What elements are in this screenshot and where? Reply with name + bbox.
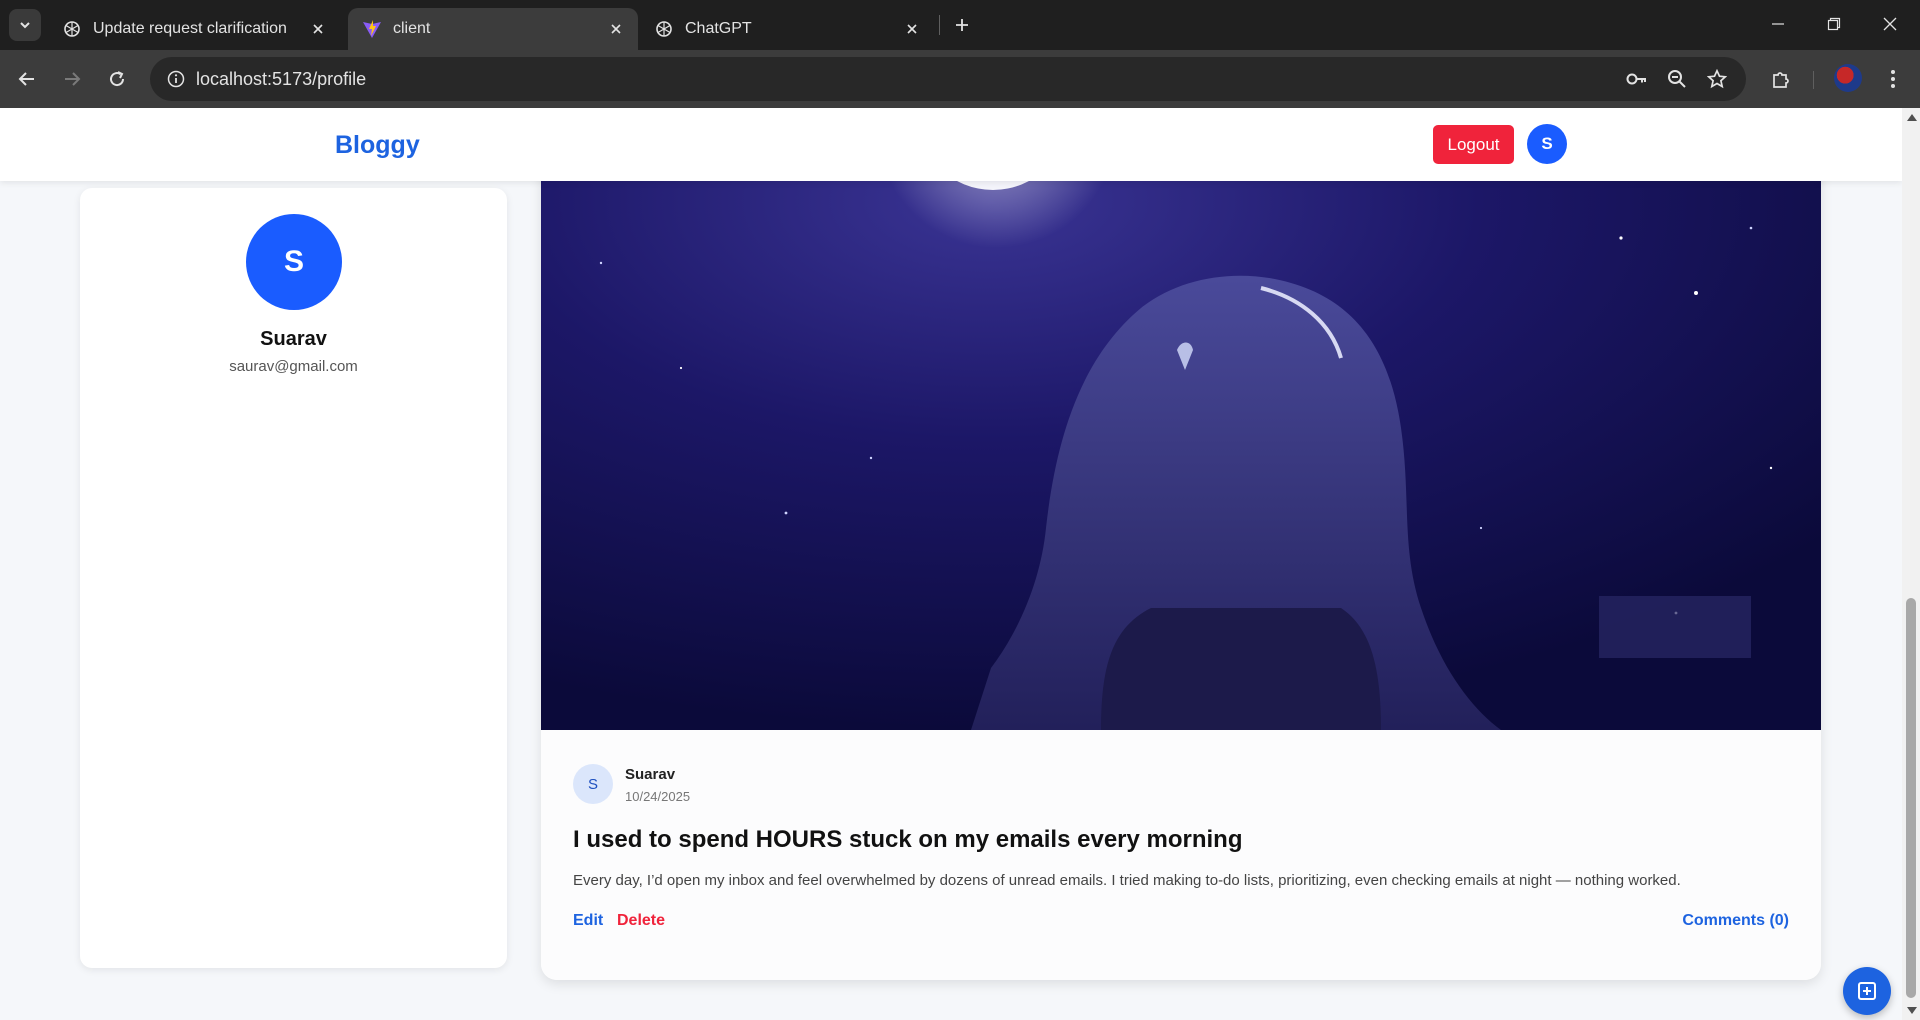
tab-divider [939,15,940,35]
restore-icon [1827,17,1841,31]
scroll-up-arrow-icon[interactable] [1907,114,1917,121]
edit-post-button[interactable]: Edit [573,912,603,930]
minimize-button[interactable] [1750,0,1806,48]
post-body: S Suarav 10/24/2025 I used to spend HOUR… [541,730,1821,980]
app-navbar: Bloggy Logout S [0,108,1902,181]
reload-button[interactable] [100,62,134,96]
post-date: 10/24/2025 [625,789,691,804]
bookmark-star-icon[interactable] [1703,65,1731,93]
close-window-button[interactable] [1862,0,1918,48]
zoom-icon[interactable] [1663,65,1691,93]
scrollbar-thumb[interactable] [1906,598,1916,998]
puzzle-icon [1773,72,1789,88]
close-icon[interactable] [604,17,628,41]
tab-update-request[interactable]: Update request clarification [48,8,340,50]
new-tab-button[interactable] [948,11,976,39]
author-name: Suarav [625,766,676,783]
more-vertical-icon [1891,70,1895,88]
openai-icon [62,19,82,39]
post-card: S Suarav 10/24/2025 I used to spend HOUR… [541,108,1821,980]
profile-avatar: S [246,214,342,310]
address-bar[interactable]: localhost:5173/profile [150,57,1746,101]
reload-icon [110,71,125,87]
profile-name: Suarav [260,328,327,350]
page-scrollbar[interactable] [1902,108,1920,1020]
openai-icon [654,19,674,39]
key-icon[interactable] [1623,65,1651,93]
tab-search-button[interactable] [9,9,41,41]
browser-tabstrip: Update request clarification client Chat… [0,0,1920,50]
restore-button[interactable] [1806,0,1862,48]
delete-post-button[interactable]: Delete [617,912,665,930]
post-excerpt: Every day, I’d open my inbox and feel ov… [573,872,1681,889]
brand-logo[interactable]: Bloggy [335,131,420,160]
tab-client[interactable]: client [348,8,638,50]
profile-email: saurav@gmail.com [229,358,358,375]
chevron-down-icon [20,22,30,29]
tab-chatgpt[interactable]: ChatGPT [640,8,934,50]
site-info-icon[interactable] [160,63,192,95]
create-post-button[interactable] [1843,967,1891,1015]
extensions-button[interactable] [1764,62,1798,96]
vite-icon [362,19,382,39]
scroll-down-arrow-icon[interactable] [1907,1007,1917,1014]
back-button[interactable] [10,62,44,96]
tab-title: Update request clarification [93,20,287,37]
post-title[interactable]: I used to spend HOURS stuck on my emails… [573,826,1243,854]
logout-button[interactable]: Logout [1433,125,1514,164]
browser-profile-avatar[interactable] [1834,64,1862,92]
profile-card: S Suarav saurav@gmail.com [80,188,507,968]
add-square-icon [1858,982,1876,1000]
forward-button[interactable] [55,62,89,96]
avatar[interactable]: S [1527,124,1567,164]
post-cover-image [541,108,1821,730]
close-icon[interactable] [900,17,924,41]
minimize-icon [1772,23,1784,25]
page-viewport: Bloggy Logout S S Suarav saurav@gmail.co… [0,108,1902,1020]
arrow-left-icon [18,72,34,86]
url-text: localhost:5173/profile [196,69,367,89]
plus-icon [956,19,968,31]
author-avatar: S [573,764,613,804]
close-icon[interactable] [306,17,330,41]
browser-toolbar: localhost:5173/profile [0,50,1920,108]
tab-title: ChatGPT [685,20,752,37]
tab-title: client [393,20,431,37]
browser-menu-button[interactable] [1876,62,1910,96]
arrow-right-icon [65,72,81,86]
comments-link[interactable]: Comments (0) [1682,912,1789,930]
toolbar-separator [1813,71,1814,89]
close-icon [1883,17,1897,31]
